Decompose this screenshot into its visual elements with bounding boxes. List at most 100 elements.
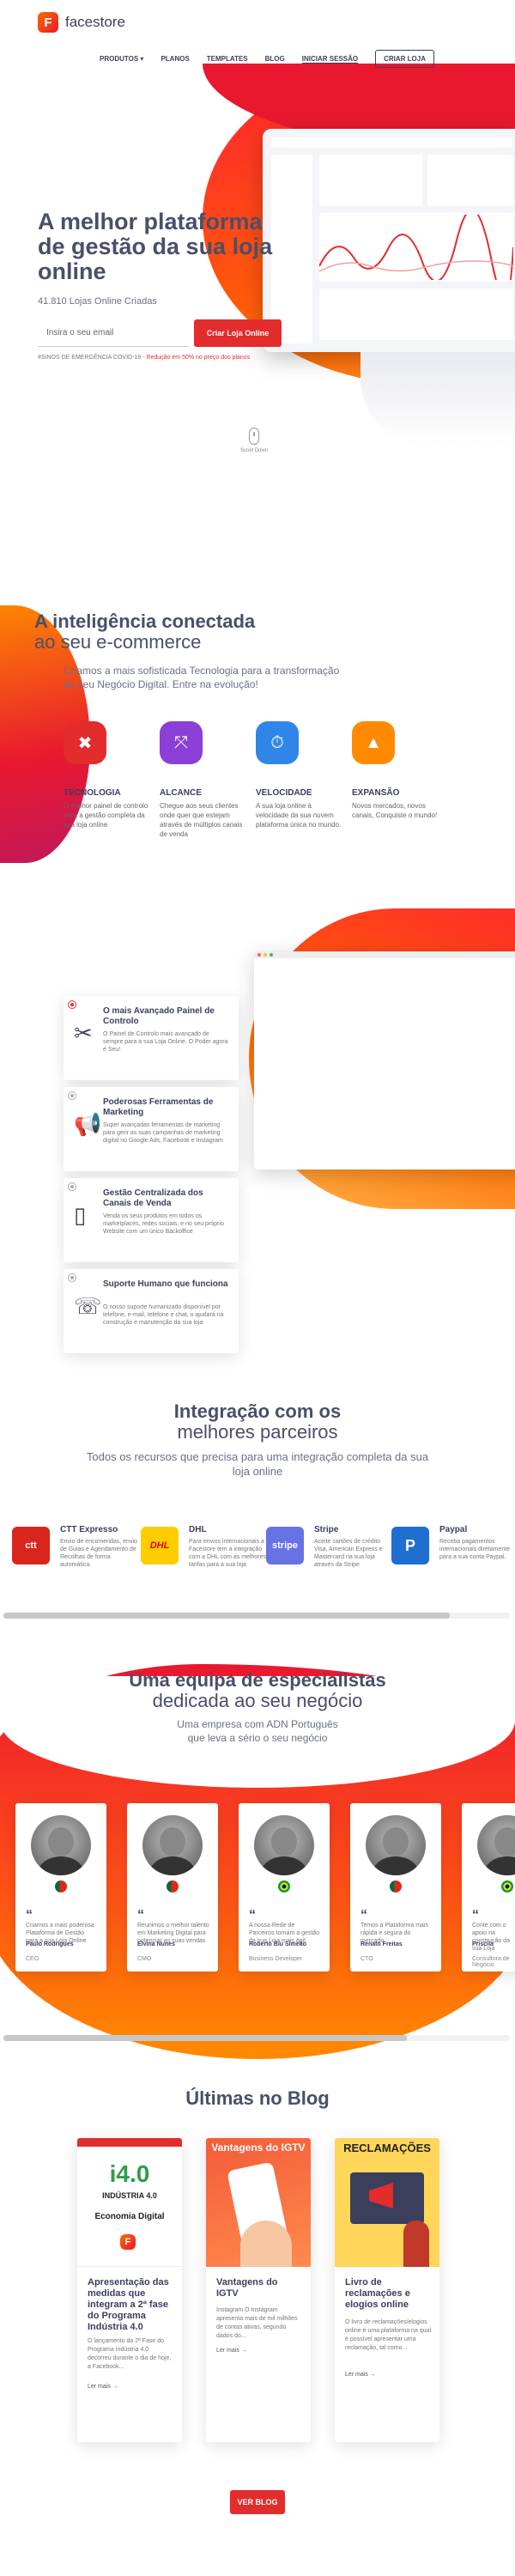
blog-post-title[interactable]: Livro de reclamações e elogios online [345, 2277, 431, 2311]
scroll-down[interactable]: Scroll Down [240, 428, 268, 453]
blog-post-title[interactable]: Apresentação das medidas que integram a … [88, 2277, 173, 2333]
main-nav: PRODUTOS ▾ PLANOS TEMPLATES BLOG INICIAR… [100, 50, 434, 68]
dhl-logo-icon: DHL [141, 1527, 179, 1564]
portugal-flag-icon [167, 1880, 179, 1893]
avatar [477, 1815, 515, 1875]
blog-post-image: RECLAMAÇÕES [335, 2138, 439, 2267]
navigation-icon: ▲ [352, 721, 395, 764]
hero-title-line-3: online [38, 258, 106, 284]
brand-logo[interactable]: F facestore [38, 12, 125, 33]
team-subtitle-line-1: Uma empresa com ADN Português [177, 1718, 338, 1730]
radio-active-icon[interactable] [68, 1000, 76, 1009]
support-icon: ☏ [74, 1293, 102, 1319]
nav-templates[interactable]: TEMPLATES [207, 55, 248, 63]
blog-image-subtitle: INDÚSTRIA 4.0 [102, 2191, 157, 2200]
facestore-logo-icon: F [38, 12, 58, 33]
partners-scrollbar[interactable] [3, 1613, 510, 1619]
tools-icon: ✂ [74, 1020, 93, 1046]
partner-ctt[interactable]: ctt CTT Expresso Envio de encomendas, en… [12, 1525, 141, 1568]
partners-scrollbar-thumb[interactable] [3, 1613, 450, 1619]
team-member-card: “ Conte com o apoio na construção da sua… [462, 1803, 515, 1971]
mockup-stand [360, 352, 515, 447]
blog-post-image: i4.0 INDÚSTRIA 4.0 Economia Digital F [77, 2138, 182, 2267]
capability-text: Venda os seus produtos em todos os marke… [103, 1213, 224, 1235]
megaphone-icon: 📢 [74, 1111, 102, 1137]
capability-control-panel: ✂ O mais Avançado Painel de Controlo O P… [64, 996, 239, 1080]
portugal-flag-icon [390, 1880, 402, 1893]
capability-text: O Painel de Controlo mais avançado de se… [103, 1031, 228, 1053]
feature-title: VELOCIDADE [256, 788, 312, 798]
nav-blog[interactable]: BLOG [265, 55, 285, 63]
covid-prefix: #SINOS DE EMERGÊNCIA COVID-19 - [38, 355, 145, 361]
blog-image-headline: Vantagens do IGTV [211, 2142, 306, 2154]
dashboard-mockup [263, 129, 515, 352]
intel-title: A inteligência conectada ao seu e-commer… [34, 611, 309, 653]
create-store-button[interactable]: CRIAR LOJA [375, 50, 434, 68]
blog-image-caption: Economia Digital [94, 2212, 165, 2221]
capability-support: ☏ Suporte Humano que funciona O nosso su… [64, 1269, 239, 1353]
blog-image-headline: RECLAMAÇÕES [343, 2142, 431, 2154]
avatar [254, 1815, 314, 1875]
nav-produtos[interactable]: PRODUTOS ▾ [100, 55, 143, 63]
integration-title-line-2: melhores parceiros [177, 1421, 338, 1443]
radio-icon[interactable] [68, 1273, 76, 1282]
stores-count: 41.810 Lojas Online Criadas [38, 296, 157, 307]
nav-login[interactable]: INICIAR SESSÃO [301, 55, 359, 64]
team-title-line-2: dedicada ao seu negócio [152, 1690, 363, 1711]
brazil-flag-icon [501, 1880, 513, 1893]
hero-title-line-1: A melhor plataforma [38, 209, 263, 234]
page: F facestore PRODUTOS ▾ PLANOS TEMPLATES … [0, 0, 515, 2576]
avatar [366, 1815, 426, 1875]
brazil-flag-icon [278, 1880, 290, 1893]
feature-text: A sua loja online à velocidade da sua nu… [256, 802, 342, 829]
intel-title-line-2: ao seu e-commerce [34, 631, 202, 653]
capability-title: Gestão Centralizada dos Canais de Venda [103, 1188, 203, 1208]
partner-paypal[interactable]: P Paypal Receba pagamentos internacionai… [391, 1525, 515, 1564]
team-scrollbar-thumb[interactable] [3, 2035, 407, 2041]
intel-subtitle-line-2: do seu Negócio Digital. Entre na evoluçã… [64, 678, 258, 690]
feature-text: Chegue aos seus clientes onde quer que e… [160, 802, 243, 838]
feature-expansion: ▲ EXPANSÃO Novos mercados, novos canais,… [352, 721, 441, 820]
member-role: CEO [26, 1956, 39, 1962]
covid-notice: #SINOS DE EMERGÊNCIA COVID-19 - Redução … [38, 355, 250, 361]
nav-planos[interactable]: PLANOS [161, 55, 189, 63]
ctt-logo-icon: ctt [12, 1527, 50, 1564]
read-more-link[interactable]: Ler mais → [345, 2372, 376, 2378]
radio-icon[interactable] [68, 1182, 76, 1191]
capability-channels: ▯ Gestão Centralizada dos Canais de Vend… [64, 1178, 239, 1262]
capability-text: O nosso suporte humanizado disponível po… [103, 1304, 224, 1326]
read-more-link[interactable]: Ler mais → [88, 2384, 118, 2390]
view-blog-button[interactable]: VER BLOG [230, 2490, 285, 2514]
integration-subtitle: Todos os recursos que precisa para uma i… [60, 1449, 455, 1479]
intel-subtitle: Criamos a mais sofisticada Tecnologia pa… [64, 664, 441, 691]
radio-icon[interactable] [68, 1091, 76, 1100]
team-scrollbar[interactable] [3, 2035, 510, 2041]
email-input[interactable] [38, 319, 188, 347]
feature-text: O melhor painel de controlo para a gestã… [64, 802, 148, 829]
brand-name: facestore [65, 14, 125, 30]
partner-dhl[interactable]: DHL DHL Para envios internacionais a Fac… [141, 1525, 270, 1568]
capability-title: Suporte Humano que funciona [103, 1279, 228, 1289]
scroll-down-label: Scroll Down [240, 448, 269, 453]
feature-reach: ⤧ ALCANCE Chegue aos seus clientes onde … [160, 721, 249, 839]
covid-offer[interactable]: Redução em 50% no preço dos planos [146, 355, 250, 361]
read-more-link[interactable]: Ler mais → [216, 2348, 247, 2354]
member-name: Elvina Nunes [137, 1941, 175, 1947]
partner-stripe[interactable]: stripe Stripe Aceite cartões de crédito … [266, 1525, 395, 1568]
intel-subtitle-line-1: Criamos a mais sofisticada Tecnologia pa… [64, 665, 340, 677]
blog-post-image: Vantagens do IGTV [206, 2138, 311, 2267]
wrench-cross-icon: ✖ [64, 721, 106, 764]
team-title-line-1: Uma equipa de especialistas [129, 1669, 386, 1691]
blog-post-card[interactable]: RECLAMAÇÕES Livro de reclamações e elogi… [335, 2138, 439, 2442]
stripe-logo-icon: stripe [266, 1527, 304, 1564]
member-role: CTO [360, 1956, 373, 1962]
member-name: Renato Freitas [360, 1941, 403, 1947]
blog-post-excerpt: O lançamento da 2ª Fase do Programa Indú… [88, 2338, 172, 2370]
create-online-store-button[interactable]: Criar Loja Online [194, 319, 282, 347]
capability-title: Poderosas Ferramentas de Marketing [103, 1097, 214, 1117]
team-subtitle-line-2: que leva a sério o seu negócio [187, 1732, 328, 1744]
intel-title-line-1: A inteligência conectada [34, 611, 256, 632]
blog-post-card[interactable]: i4.0 INDÚSTRIA 4.0 Economia Digital F Ap… [77, 2138, 182, 2442]
blog-post-card[interactable]: Vantagens do IGTV Vantagens do IGTV Inst… [206, 2138, 311, 2442]
blog-post-title[interactable]: Vantagens do IGTV [216, 2277, 302, 2300]
